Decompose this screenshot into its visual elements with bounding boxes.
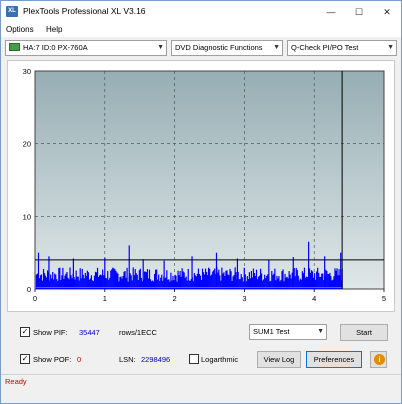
x-tick-label: 2 bbox=[173, 294, 177, 303]
view-log-button[interactable]: View Log bbox=[257, 351, 301, 368]
app-window: XL PlexTools Professional XL V3.16 — ☐ ✕… bbox=[0, 0, 402, 404]
close-button[interactable]: ✕ bbox=[373, 1, 401, 23]
menu-options[interactable]: Options bbox=[6, 25, 34, 34]
info-icon: i bbox=[374, 354, 385, 365]
show-pof-label: Show POF: bbox=[33, 355, 72, 364]
title-bar: XL PlexTools Professional XL V3.16 — ☐ ✕ bbox=[1, 1, 401, 23]
minimize-button[interactable]: — bbox=[317, 1, 345, 23]
y-tick-label: 0 bbox=[27, 285, 31, 294]
chart-panel: 0 1 2 3 4 5 0 10 20 30 bbox=[7, 60, 395, 312]
function-select[interactable]: DVD Diagnostic Functions ▼ bbox=[171, 40, 283, 56]
chevron-down-icon: ▼ bbox=[387, 44, 394, 51]
x-tick-label: 5 bbox=[382, 294, 386, 303]
function-select-value: DVD Diagnostic Functions bbox=[175, 43, 263, 52]
drive-icon bbox=[9, 43, 20, 52]
show-pof-checkbox[interactable]: ✓ bbox=[20, 354, 30, 364]
rows-label: rows/1ECC bbox=[119, 328, 157, 337]
sum-test-select[interactable]: SUM1 Test ▼ bbox=[249, 324, 327, 340]
chevron-down-icon: ▼ bbox=[317, 328, 324, 335]
x-tick-label: 0 bbox=[33, 294, 37, 303]
preferences-button[interactable]: Preferences bbox=[306, 351, 362, 368]
toolbar: HA:7 ID:0 PX-760A ▼ DVD Diagnostic Funct… bbox=[1, 38, 401, 58]
x-tick-label: 3 bbox=[242, 294, 246, 303]
drive-select-value: HA:7 ID:0 PX-760A bbox=[23, 43, 88, 52]
start-button[interactable]: Start bbox=[340, 324, 388, 341]
test-select-value: Q-Check PI/PO Test bbox=[291, 43, 359, 52]
maximize-button[interactable]: ☐ bbox=[345, 1, 373, 23]
window-title: PlexTools Professional XL V3.16 bbox=[23, 6, 146, 16]
sum-test-value: SUM1 Test bbox=[253, 327, 290, 336]
menu-help[interactable]: Help bbox=[46, 25, 62, 34]
test-select[interactable]: Q-Check PI/PO Test ▼ bbox=[287, 40, 397, 56]
logarithmic-label: Logarthmic bbox=[201, 355, 239, 364]
controls-panel: ✓ Show PIF: 35447 rows/1ECC ✓ Show POF: … bbox=[1, 319, 401, 373]
status-bar: Ready bbox=[1, 374, 401, 388]
app-logo-icon: XL bbox=[6, 6, 18, 17]
y-tick-label: 30 bbox=[23, 67, 31, 76]
lsn-value: 2298496 bbox=[141, 355, 171, 364]
x-tick-label: 4 bbox=[312, 294, 316, 303]
menu-bar: Options Help bbox=[1, 23, 401, 37]
pi-po-chart: 0 1 2 3 4 5 0 10 20 30 bbox=[23, 67, 386, 303]
plot-background bbox=[34, 70, 385, 290]
x-tick-label: 1 bbox=[103, 294, 107, 303]
info-button[interactable]: i bbox=[370, 351, 387, 368]
chevron-down-icon: ▼ bbox=[157, 44, 164, 51]
pof-value: 0 bbox=[77, 355, 82, 364]
show-pif-label: Show PIF: bbox=[33, 328, 68, 337]
show-pif-checkbox[interactable]: ✓ bbox=[20, 327, 30, 337]
status-text: Ready bbox=[5, 377, 27, 386]
chevron-down-icon: ▼ bbox=[273, 44, 280, 51]
y-tick-label: 20 bbox=[23, 140, 31, 149]
logarithmic-checkbox[interactable] bbox=[189, 354, 199, 364]
y-tick-label: 10 bbox=[23, 212, 31, 221]
lsn-label: LSN: bbox=[119, 355, 136, 364]
pif-value: 35447 bbox=[79, 328, 100, 337]
drive-select[interactable]: HA:7 ID:0 PX-760A ▼ bbox=[5, 40, 167, 56]
